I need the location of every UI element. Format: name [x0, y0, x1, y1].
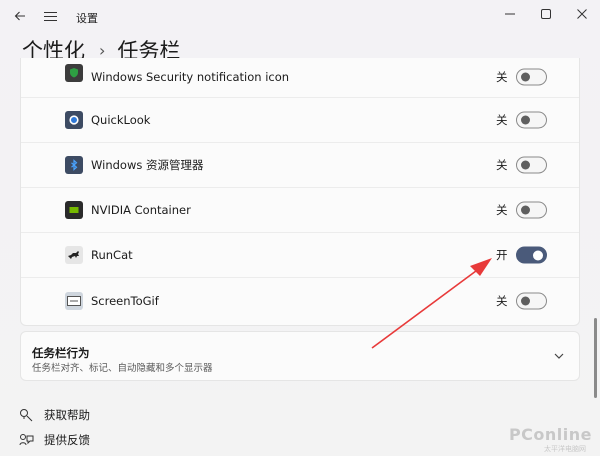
help-icon: [18, 407, 34, 423]
back-arrow-icon: [14, 11, 25, 21]
scrollbar[interactable]: [594, 318, 597, 398]
toggle-switch[interactable]: [516, 111, 547, 129]
toggle-state-text: 关: [496, 70, 508, 84]
toggle-knob: [521, 205, 530, 215]
list-item-nvidia-container: NVIDIA Container 关: [21, 188, 579, 233]
toggle-knob: [521, 296, 530, 305]
nvidia-icon: [65, 201, 83, 219]
maximize-icon: [541, 9, 551, 19]
row-label: RunCat: [91, 248, 133, 262]
bluetooth-icon: [65, 156, 83, 174]
list-item-runcat: RunCat 开: [21, 233, 579, 278]
app-title: 设置: [76, 12, 98, 25]
minimize-button[interactable]: [492, 0, 528, 28]
maximize-button[interactable]: [528, 0, 564, 28]
list-item-quicklook: QuickLook 关: [21, 98, 579, 143]
back-button[interactable]: [6, 2, 34, 30]
toggle-state-text: 开: [496, 248, 508, 262]
get-help-link[interactable]: 获取帮助: [18, 406, 90, 424]
toggle-knob: [521, 72, 530, 82]
windows-security-icon: [65, 64, 83, 82]
tray-icons-list: Windows Security notification icon 关 Qui…: [20, 58, 580, 326]
watermark-brand: PConline: [508, 425, 592, 444]
list-item-windows-security: Windows Security notification icon 关: [21, 58, 579, 98]
toggle-switch[interactable]: [516, 156, 547, 174]
minimize-icon: [505, 13, 515, 15]
close-icon: [577, 9, 587, 19]
toggle-state-text: 关: [496, 113, 508, 127]
toggle-state-text: 关: [496, 158, 508, 172]
toggle-switch[interactable]: [516, 246, 547, 264]
toggle-state-text: 关: [496, 293, 508, 308]
toggle-state-text: 关: [496, 203, 508, 217]
settings-window: 设置 个性化 › 任务栏 Windows Security notificati…: [0, 0, 600, 456]
breadcrumb-separator: ›: [99, 40, 106, 60]
close-button[interactable]: [564, 0, 600, 28]
behavior-subtitle: 任务栏对齐、标记、自动隐藏和多个显示器: [32, 363, 213, 374]
toggle-knob: [533, 250, 543, 261]
get-help-label: 获取帮助: [44, 408, 90, 422]
toggle-knob: [521, 115, 530, 125]
feedback-icon: [18, 432, 34, 448]
behavior-title: 任务栏行为: [32, 346, 90, 360]
watermark-tagline: 太平洋电脑网: [544, 445, 586, 453]
hamburger-menu-icon: [43, 11, 57, 21]
row-label: Windows 资源管理器: [91, 158, 204, 172]
toggle-switch[interactable]: [516, 292, 547, 309]
taskbar-behavior-expander[interactable]: 任务栏行为 任务栏对齐、标记、自动隐藏和多个显示器: [20, 331, 580, 381]
title-bar: 设置: [0, 0, 600, 34]
toggle-knob: [521, 160, 530, 170]
give-feedback-label: 提供反馈: [44, 433, 90, 447]
runcat-icon: [65, 246, 83, 264]
list-item-screentogif: ScreenToGif 关: [21, 278, 579, 323]
row-label: Windows Security notification icon: [91, 70, 290, 84]
list-item-windows-explorer: Windows 资源管理器 关: [21, 143, 579, 188]
row-label: NVIDIA Container: [91, 203, 191, 217]
menu-button[interactable]: [36, 2, 64, 30]
screentogif-icon: [65, 291, 83, 310]
give-feedback-link[interactable]: 提供反馈: [18, 431, 90, 449]
quicklook-icon: [65, 111, 83, 129]
row-label: QuickLook: [91, 113, 151, 127]
row-label: ScreenToGif: [91, 293, 159, 308]
toggle-switch[interactable]: [516, 68, 547, 86]
chevron-down-icon: [554, 353, 564, 359]
toggle-switch[interactable]: [516, 201, 547, 219]
